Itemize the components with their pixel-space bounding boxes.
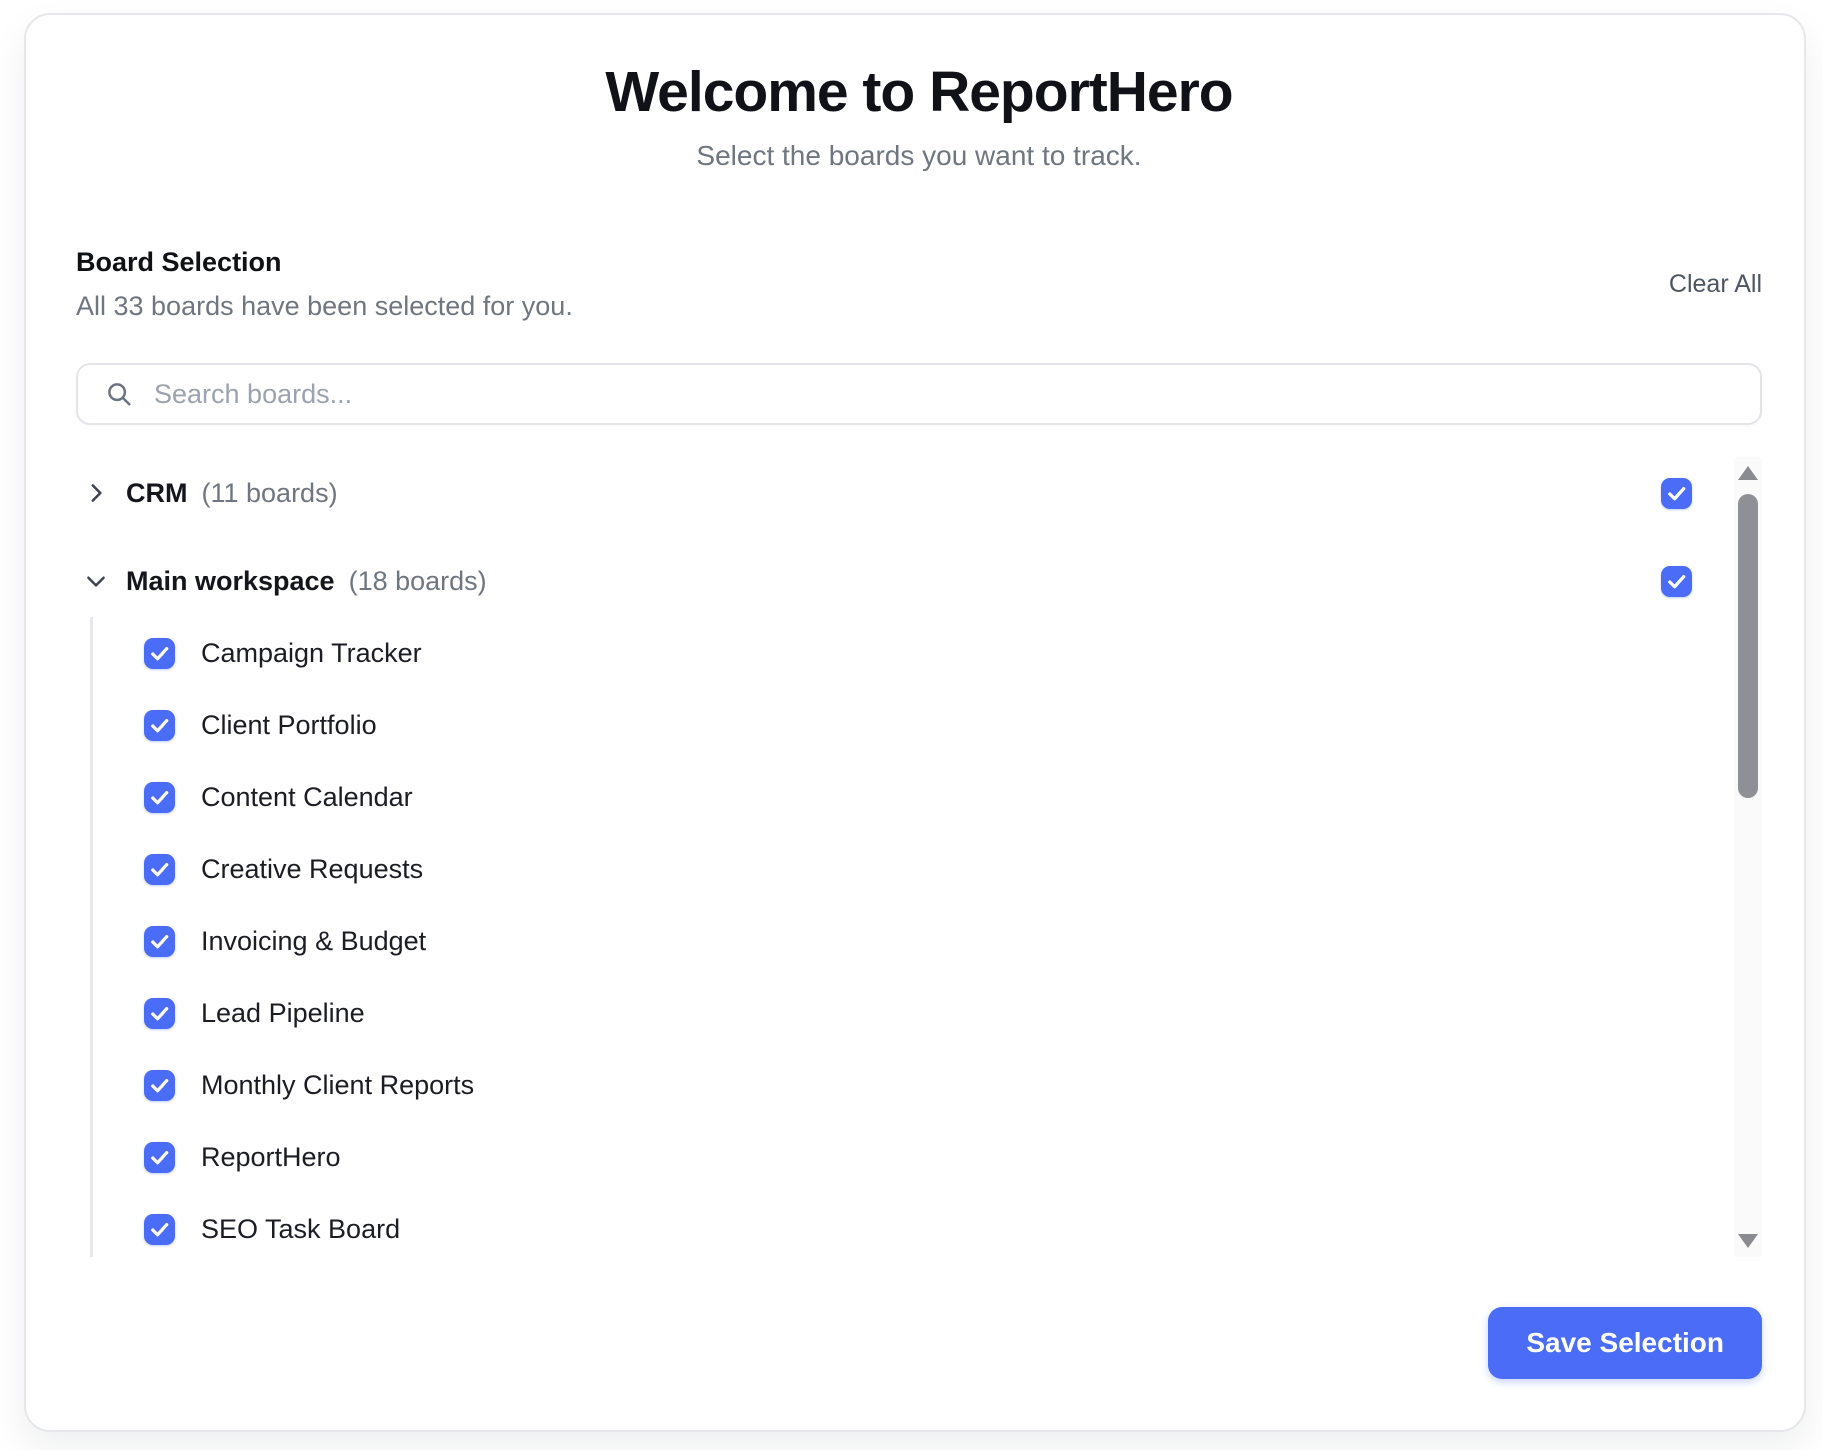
board-checkbox[interactable] (144, 782, 175, 813)
board-checkbox[interactable] (144, 1070, 175, 1101)
section-title: Board Selection (76, 245, 573, 279)
group-checkbox[interactable] (1661, 566, 1692, 597)
clear-all-button[interactable]: Clear All (1669, 270, 1762, 299)
scrollbar-track[interactable] (1734, 457, 1762, 1257)
page-title: Welcome to ReportHero (76, 61, 1762, 123)
onboarding-modal: Welcome to ReportHero Select the boards … (24, 13, 1806, 1432)
group-row-crm[interactable]: CRM (11 boards) (76, 457, 1692, 529)
board-row-campaign-tracker[interactable]: Campaign Tracker (76, 617, 1692, 689)
modal-footer: Save Selection (76, 1307, 1762, 1379)
group-count: (18 boards) (349, 566, 487, 597)
board-rows: CRM (11 boards) Main workspace (18 boards) C… (76, 457, 1692, 1257)
board-label: Campaign Tracker (201, 638, 422, 669)
board-label: Client Portfolio (201, 710, 377, 741)
search-icon (104, 379, 134, 409)
board-checkbox[interactable] (144, 638, 175, 669)
hero-header: Welcome to ReportHero Select the boards … (76, 61, 1762, 173)
board-label: ReportHero (201, 1142, 341, 1173)
board-label: Creative Requests (201, 854, 423, 885)
board-label: Monthly Client Reports (201, 1070, 474, 1101)
section-subtitle: All 33 boards have been selected for you… (76, 289, 573, 323)
board-row-invoicing-budget[interactable]: Invoicing & Budget (76, 905, 1692, 977)
page-subtitle: Select the boards you want to track. (76, 139, 1762, 173)
board-label: Content Calendar (201, 782, 413, 813)
search-input[interactable] (152, 378, 1734, 411)
board-selection-titles: Board Selection All 33 boards have been … (76, 245, 573, 323)
board-row-monthly-client-reports[interactable]: Monthly Client Reports (76, 1049, 1692, 1121)
board-checkbox[interactable] (144, 710, 175, 741)
board-row-content-calendar[interactable]: Content Calendar (76, 761, 1692, 833)
board-list: CRM (11 boards) Main workspace (18 boards) C… (76, 457, 1762, 1257)
board-checkbox[interactable] (144, 1214, 175, 1245)
board-row-reporthero[interactable]: ReportHero (76, 1121, 1692, 1193)
board-label: SEO Task Board (201, 1214, 400, 1245)
group-boards-main-workspace: Campaign Tracker Client Portfolio Content … (76, 617, 1692, 1257)
scrollbar-thumb[interactable] (1738, 494, 1758, 798)
board-row-lead-pipeline[interactable]: Lead Pipeline (76, 977, 1692, 1049)
board-label: Lead Pipeline (201, 998, 365, 1029)
group-checkbox[interactable] (1661, 478, 1692, 509)
group-name: CRM (126, 478, 188, 509)
board-checkbox[interactable] (144, 1142, 175, 1173)
scroll-down-arrow-icon[interactable] (1738, 1234, 1758, 1248)
board-row-client-portfolio[interactable]: Client Portfolio (76, 689, 1692, 761)
group-count: (11 boards) (202, 478, 338, 509)
board-row-creative-requests[interactable]: Creative Requests (76, 833, 1692, 905)
scroll-up-arrow-icon[interactable] (1738, 466, 1758, 480)
group-name: Main workspace (126, 566, 335, 597)
save-selection-button[interactable]: Save Selection (1488, 1307, 1762, 1379)
board-row-seo-task-board[interactable]: SEO Task Board (76, 1193, 1692, 1257)
group-row-main-workspace[interactable]: Main workspace (18 boards) (76, 545, 1692, 617)
board-checkbox[interactable] (144, 926, 175, 957)
board-checkbox[interactable] (144, 854, 175, 885)
board-label: Invoicing & Budget (201, 926, 426, 957)
board-selection-header: Board Selection All 33 boards have been … (76, 245, 1762, 323)
search-box[interactable] (76, 363, 1762, 425)
board-checkbox[interactable] (144, 998, 175, 1029)
chevron-right-icon[interactable] (82, 479, 110, 507)
chevron-down-icon[interactable] (82, 567, 110, 595)
